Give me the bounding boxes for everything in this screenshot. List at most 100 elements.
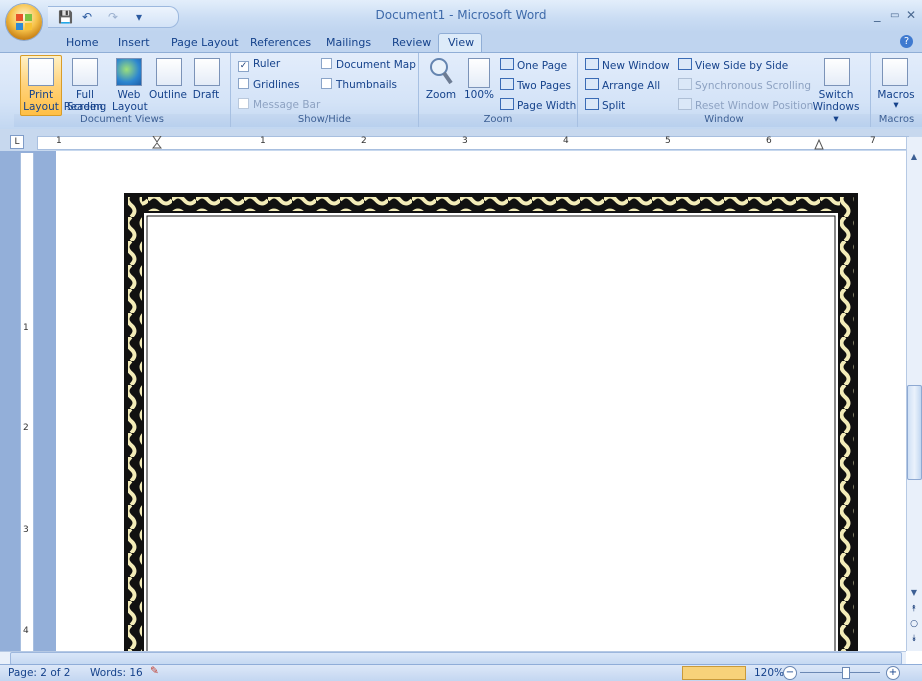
web-label-1[interactable]: Web xyxy=(112,89,146,101)
zoom-button-label[interactable]: Zoom xyxy=(424,89,458,101)
full-screen-reading-icon[interactable] xyxy=(72,58,98,86)
hundred-percent-label[interactable]: 100% xyxy=(462,89,496,101)
help-icon[interactable]: ? xyxy=(900,35,913,48)
sync-scroll-icon xyxy=(678,78,692,90)
zoom-in-icon[interactable]: + xyxy=(886,666,900,680)
switch-label-2[interactable]: Windows ▾ xyxy=(810,101,862,125)
gridlines-checkbox[interactable]: Gridlines xyxy=(238,78,299,91)
gridlines-label: Gridlines xyxy=(253,79,300,91)
zoom-out-icon[interactable]: − xyxy=(783,666,797,680)
split-icon xyxy=(585,98,599,110)
new-window-label: New Window xyxy=(602,60,670,72)
checkbox-icon xyxy=(238,98,249,109)
outline-icon[interactable] xyxy=(156,58,182,86)
ruler-mark: 1 xyxy=(23,323,29,333)
macros-dropdown-icon[interactable]: ▾ xyxy=(874,99,918,111)
web-label-2[interactable]: Layout xyxy=(112,101,148,113)
proofing-icon[interactable]: ✎ xyxy=(150,665,159,677)
page-width-icon xyxy=(500,98,514,110)
new-window-icon xyxy=(585,58,599,70)
horizontal-ruler[interactable]: 1 1 2 3 4 5 6 7 xyxy=(37,136,909,150)
reset-window-position-button: Reset Window Position xyxy=(678,98,813,112)
one-page-icon xyxy=(500,58,514,70)
indent-marker-icon[interactable] xyxy=(152,136,162,150)
select-browse-object-icon[interactable]: ○ xyxy=(907,619,921,629)
ruler-mark: 2 xyxy=(23,423,29,433)
office-button[interactable] xyxy=(6,4,42,40)
ruler-mark: 3 xyxy=(462,136,468,146)
switch-windows-icon[interactable] xyxy=(824,58,850,86)
tab-home[interactable]: Home xyxy=(66,36,98,49)
scroll-down-icon[interactable]: ▼ xyxy=(907,588,921,597)
message-bar-label: Message Bar xyxy=(253,99,321,111)
view-side-by-side-button[interactable]: View Side by Side xyxy=(678,58,788,72)
word-count[interactable]: Words: 16 xyxy=(90,667,143,679)
ruler-mark: 2 xyxy=(361,136,367,146)
thumbnails-label: Thumbnails xyxy=(336,79,398,91)
window-title: Document1 - Microsoft Word xyxy=(375,8,547,22)
group-label: Show/Hide xyxy=(231,114,418,127)
draft-label[interactable]: Draft xyxy=(190,89,222,101)
vertical-scroll-thumb[interactable] xyxy=(907,385,922,480)
checkbox-icon xyxy=(321,58,332,69)
arrange-all-icon xyxy=(585,78,599,90)
arrange-all-button[interactable]: Arrange All xyxy=(585,78,660,92)
draft-icon[interactable] xyxy=(194,58,220,86)
reset-position-label: Reset Window Position xyxy=(695,100,814,112)
side-by-side-label: View Side by Side xyxy=(695,60,789,72)
tab-references[interactable]: References xyxy=(250,36,311,49)
ruler-mark: 6 xyxy=(766,136,772,146)
message-bar-checkbox: Message Bar xyxy=(238,98,320,111)
tab-review[interactable]: Review xyxy=(392,36,431,49)
tab-insert[interactable]: Insert xyxy=(118,36,150,49)
magnifier-icon[interactable] xyxy=(428,56,454,86)
hundred-percent-icon[interactable] xyxy=(468,58,490,88)
page-width-button[interactable]: Page Width xyxy=(500,98,576,112)
tab-page-layout[interactable]: Page Layout xyxy=(171,36,239,49)
split-button[interactable]: Split xyxy=(585,98,625,112)
vertical-ruler[interactable]: 1 2 3 4 xyxy=(20,153,34,651)
document-map-checkbox[interactable]: Document Map xyxy=(321,58,416,71)
checkmark-icon: ✓ xyxy=(238,61,249,72)
tab-selector[interactable]: L xyxy=(10,135,24,149)
tab-view[interactable]: View xyxy=(448,36,474,49)
full-screen-label-2[interactable]: Reading xyxy=(60,101,110,113)
zoom-slider[interactable] xyxy=(800,672,880,673)
ruler-checkbox[interactable]: ✓ Ruler xyxy=(238,58,280,72)
zoom-level[interactable]: 120% xyxy=(754,667,784,679)
ruler-mark: 1 xyxy=(56,136,62,146)
ruler-label: Ruler xyxy=(253,58,281,70)
minimize-button[interactable]: _ xyxy=(874,8,881,23)
reset-position-icon xyxy=(678,98,692,110)
scroll-up-icon[interactable]: ▲ xyxy=(907,152,921,161)
outline-label[interactable]: Outline xyxy=(148,89,188,101)
document-map-label: Document Map xyxy=(336,59,416,71)
page-width-label: Page Width xyxy=(517,100,577,112)
previous-page-icon[interactable]: ⯭ xyxy=(907,604,921,614)
side-by-side-icon xyxy=(678,58,692,70)
switch-label-1[interactable]: Switch xyxy=(810,89,862,101)
new-window-button[interactable]: New Window xyxy=(585,58,670,72)
checkbox-icon xyxy=(238,78,249,89)
two-pages-button[interactable]: Two Pages xyxy=(500,78,571,92)
zoom-slider-thumb[interactable] xyxy=(842,667,850,679)
ruler-mark: 4 xyxy=(563,136,569,146)
close-button[interactable]: ✕ xyxy=(906,8,916,22)
print-layout-label: Print Layout xyxy=(23,89,59,113)
maximize-button[interactable]: ▭ xyxy=(890,10,899,21)
two-pages-label: Two Pages xyxy=(517,80,571,92)
web-layout-icon[interactable] xyxy=(116,58,142,86)
view-buttons[interactable] xyxy=(682,666,746,680)
arrange-all-label: Arrange All xyxy=(602,80,661,92)
two-pages-icon xyxy=(500,78,514,90)
next-page-icon[interactable]: ⯯ xyxy=(907,634,921,644)
document-page[interactable] xyxy=(56,151,906,653)
macros-icon[interactable] xyxy=(882,58,908,86)
tab-mailings[interactable]: Mailings xyxy=(326,36,371,49)
checkbox-icon xyxy=(321,78,332,89)
print-layout-icon xyxy=(28,58,54,86)
one-page-button[interactable]: One Page xyxy=(500,58,567,72)
thumbnails-checkbox[interactable]: Thumbnails xyxy=(321,78,397,91)
page-count[interactable]: Page: 2 of 2 xyxy=(8,667,70,679)
right-indent-icon[interactable] xyxy=(814,138,824,150)
